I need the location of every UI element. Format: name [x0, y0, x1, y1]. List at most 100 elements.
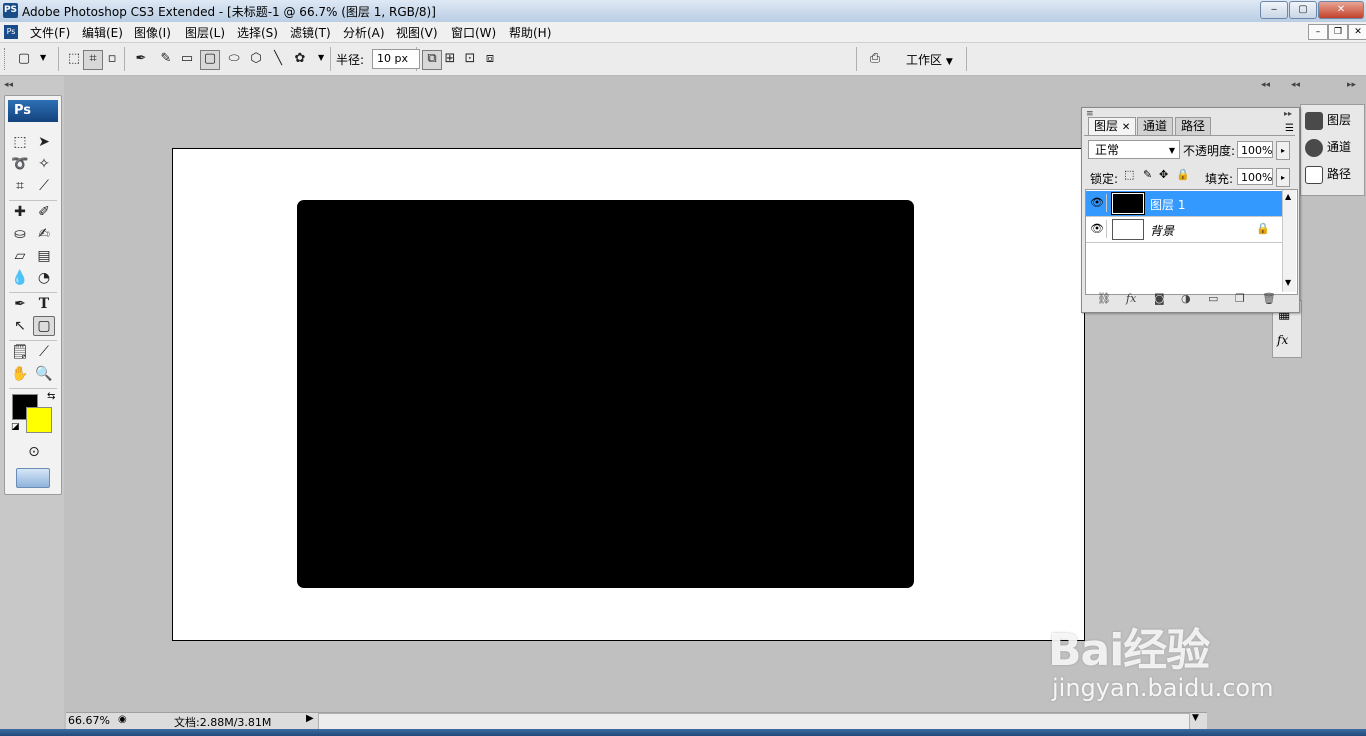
link-layers-icon[interactable]: ⛓	[1097, 292, 1111, 305]
menu-edit[interactable]: 编辑(E)	[82, 24, 123, 41]
radius-input[interactable]	[372, 49, 420, 69]
polygon-tool-icon[interactable]: ⬡	[248, 51, 264, 67]
opacity-input[interactable]: 100%	[1237, 141, 1273, 158]
menu-select[interactable]: 选择(S)	[237, 24, 278, 41]
add-to-area-button[interactable]: ⊞	[442, 51, 458, 67]
doc-close-button[interactable]: ✕	[1348, 24, 1366, 40]
ellipse-tool-icon[interactable]: ⬭	[226, 51, 242, 67]
zoom-level[interactable]: 66.67%	[68, 714, 110, 727]
lock-position-icon[interactable]: ✥	[1159, 168, 1168, 181]
layer-row[interactable]: 👁 图层 1	[1086, 191, 1282, 217]
menu-window[interactable]: 窗口(W)	[451, 24, 496, 41]
healing-brush-tool-icon[interactable]: ✚	[9, 202, 31, 222]
workspace-menu[interactable]: 工作区 ▼	[906, 51, 953, 68]
lock-image-icon[interactable]: ✎	[1143, 168, 1152, 181]
menu-layer[interactable]: 图层(L)	[185, 24, 225, 41]
styles-icon[interactable]: fx	[1277, 333, 1288, 347]
dodge-tool-icon[interactable]: ◔	[33, 268, 55, 288]
window-minimize-button[interactable]: ‒	[1260, 1, 1288, 19]
window-close-button[interactable]: ✕	[1318, 1, 1364, 19]
collapse-arrows-icon[interactable]: ◂◂	[1291, 80, 1300, 90]
brush-tool-icon[interactable]: ✐	[33, 202, 55, 222]
close-icon[interactable]: ✕	[1122, 122, 1130, 133]
custom-shape-tool-icon[interactable]: ✿	[292, 51, 308, 67]
doc-minimize-button[interactable]: –	[1308, 24, 1328, 40]
rectangle-tool-icon[interactable]: ▭	[179, 51, 195, 67]
collapse-arrows-icon[interactable]: ◂◂	[1261, 80, 1270, 90]
move-tool-icon[interactable]: ➤	[33, 132, 55, 152]
tab-layers[interactable]: 图层 ✕	[1088, 117, 1137, 135]
new-layer-mode-button[interactable]: ⧉	[422, 50, 442, 70]
layer-style-icon[interactable]: fx	[1126, 292, 1136, 305]
fill-slider-arrow[interactable]: ▸	[1276, 168, 1290, 187]
layer-row[interactable]: 👁 背景 🔒	[1086, 217, 1282, 243]
magic-wand-tool-icon[interactable]: ✧	[33, 154, 55, 174]
menu-view[interactable]: 视图(V)	[396, 24, 438, 41]
clone-stamp-tool-icon[interactable]: ⛀	[9, 224, 31, 244]
notes-tool-icon[interactable]: 🗒	[9, 342, 31, 362]
chevron-down-icon[interactable]: ▼	[40, 53, 46, 62]
collapse-arrows-icon[interactable]: ◂◂	[4, 80, 13, 90]
background-color-swatch[interactable]	[26, 407, 52, 433]
tab-channels[interactable]: 通道	[1137, 117, 1174, 135]
freeform-pen-icon[interactable]: ✎	[158, 51, 174, 67]
menu-image[interactable]: 图像(I)	[134, 24, 171, 41]
chevron-down-icon[interactable]: ▼	[318, 53, 324, 62]
opacity-slider-arrow[interactable]: ▸	[1276, 141, 1290, 160]
crop-tool-icon[interactable]: ⌗	[9, 176, 31, 196]
lasso-tool-icon[interactable]: ➰	[9, 154, 31, 174]
marquee-tool-icon[interactable]: ⬚	[9, 132, 31, 152]
default-colors-icon[interactable]: ◪	[11, 422, 20, 432]
panel-expand-icon[interactable]: ▸▸	[1284, 109, 1292, 118]
adjustment-layer-icon[interactable]: ◑	[1181, 292, 1191, 305]
pen-tool-icon[interactable]: ✒	[133, 51, 149, 67]
line-tool-icon[interactable]: ╲	[270, 51, 286, 67]
menu-filter[interactable]: 滤镜(T)	[290, 24, 331, 41]
menu-file[interactable]: 文件(F)	[30, 24, 70, 41]
zoom-tool-icon[interactable]: 🔍	[33, 364, 55, 384]
tool-preset-picker[interactable]: ▢	[16, 51, 32, 67]
menu-analysis[interactable]: 分析(A)	[343, 24, 385, 41]
dock-channels-button[interactable]: 通道	[1303, 136, 1361, 158]
scroll-down-icon[interactable]: ▼	[1192, 713, 1199, 723]
dock-layers-button[interactable]: 图层	[1303, 109, 1361, 131]
hand-tool-icon[interactable]: ✋	[9, 364, 31, 384]
trash-icon[interactable]: 🗑	[1262, 292, 1276, 305]
rounded-rectangle-tool-icon[interactable]: ▢	[33, 316, 55, 336]
menu-help[interactable]: 帮助(H)	[509, 24, 551, 41]
expand-arrows-icon[interactable]: ▸▸	[1347, 80, 1356, 90]
shape-layers-button[interactable]: ⬚	[66, 51, 82, 67]
new-layer-icon[interactable]: ❐	[1235, 292, 1245, 305]
pen-tool-icon[interactable]: ✒	[9, 294, 31, 314]
layer-list-scrollbar[interactable]: ▲ ▼	[1282, 190, 1296, 292]
scroll-up-icon[interactable]: ▲	[1285, 192, 1291, 201]
info-icon[interactable]: ◉	[118, 714, 127, 725]
lock-all-icon[interactable]: 🔒	[1176, 168, 1190, 181]
paths-button[interactable]: ⌗	[83, 50, 103, 70]
type-tool-icon[interactable]: T	[33, 294, 55, 314]
history-brush-tool-icon[interactable]: ✍	[33, 224, 55, 244]
eyedropper-tool-icon[interactable]: ⟋	[33, 342, 55, 362]
screen-mode-button[interactable]	[16, 468, 50, 488]
swap-colors-icon[interactable]: ⇆	[47, 391, 55, 402]
bridge-icon[interactable]: ⎙	[864, 51, 886, 67]
tab-paths[interactable]: 路径	[1175, 117, 1212, 135]
horizontal-scrollbar[interactable]	[318, 713, 1190, 730]
rounded-rectangle-tool-icon[interactable]: ▢	[200, 50, 220, 70]
panel-menu-icon[interactable]: ☰	[1285, 123, 1294, 134]
fill-pixels-button[interactable]: ▫	[104, 51, 120, 67]
fill-input[interactable]: 100%	[1237, 168, 1273, 185]
blur-tool-icon[interactable]: 💧	[9, 268, 31, 288]
status-menu-arrow[interactable]: ▶	[306, 713, 314, 724]
options-bar-grip[interactable]	[4, 48, 7, 70]
lock-transparent-icon[interactable]: ⬚	[1124, 168, 1134, 181]
slice-tool-icon[interactable]: ⟋	[33, 176, 55, 196]
layer-mask-icon[interactable]: ◙	[1154, 292, 1165, 305]
gradient-tool-icon[interactable]: ▤	[33, 246, 55, 266]
exclude-area-button[interactable]: ⧈	[482, 51, 498, 67]
window-maximize-button[interactable]: ▢	[1289, 1, 1317, 19]
visibility-eye-icon[interactable]: 👁	[1088, 194, 1107, 212]
intersect-area-button[interactable]: ⊡	[462, 51, 478, 67]
doc-restore-button[interactable]: ❐	[1328, 24, 1348, 40]
dock-paths-button[interactable]: 路径	[1303, 163, 1361, 185]
